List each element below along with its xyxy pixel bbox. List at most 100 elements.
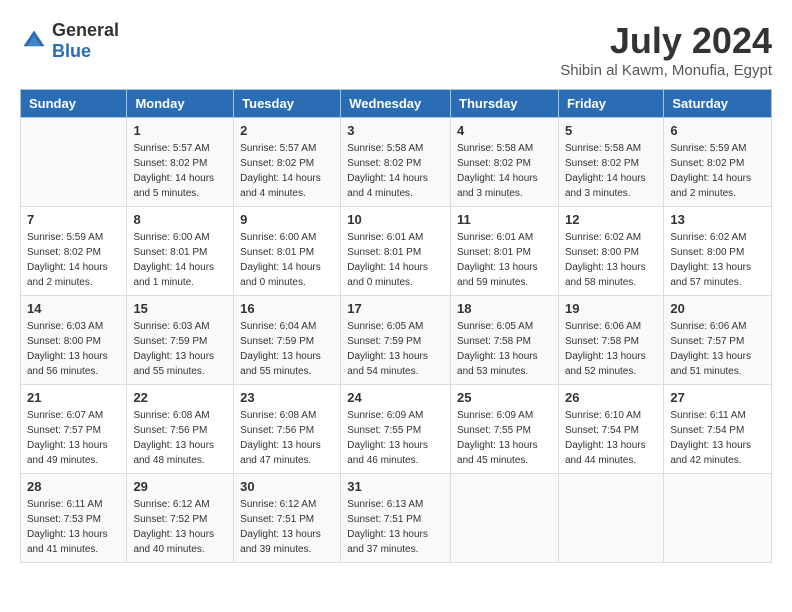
calendar-cell: 22 Sunrise: 6:08 AM Sunset: 7:56 PM Dayli… (127, 385, 234, 474)
weekday-header: Monday (127, 90, 234, 118)
calendar-cell: 16 Sunrise: 6:04 AM Sunset: 7:59 PM Dayli… (234, 296, 341, 385)
calendar-cell: 20Sunrise: 6:06 AM Sunset: 7:57 PM Dayli… (664, 296, 772, 385)
day-number: 23 (240, 390, 334, 405)
calendar-cell: 6Sunrise: 5:59 AM Sunset: 8:02 PM Daylig… (664, 118, 772, 207)
weekday-header: Sunday (21, 90, 127, 118)
day-info: Sunrise: 6:01 AM Sunset: 8:01 PM Dayligh… (347, 230, 444, 290)
calendar-cell: 7 Sunrise: 5:59 AM Sunset: 8:02 PM Daylig… (21, 207, 127, 296)
day-info: Sunrise: 5:58 AM Sunset: 8:02 PM Dayligh… (565, 141, 657, 201)
day-info: Sunrise: 6:08 AM Sunset: 7:56 PM Dayligh… (240, 408, 334, 468)
page-header: General Blue July 2024 Shibin al Kawm, M… (20, 20, 772, 79)
day-info: Sunrise: 5:57 AM Sunset: 8:02 PM Dayligh… (133, 141, 227, 201)
day-number: 9 (240, 212, 334, 227)
calendar-cell: 23 Sunrise: 6:08 AM Sunset: 7:56 PM Dayli… (234, 385, 341, 474)
calendar-cell: 8Sunrise: 6:00 AM Sunset: 8:01 PM Daylig… (127, 207, 234, 296)
day-number: 1 (133, 123, 227, 138)
calendar-table: SundayMondayTuesdayWednesdayThursdayFrid… (20, 89, 772, 563)
day-info: Sunrise: 6:02 AM Sunset: 8:00 PM Dayligh… (670, 230, 765, 290)
location-title: Shibin al Kawm, Monufia, Egypt (560, 62, 772, 79)
calendar-cell: 30 Sunrise: 6:12 AM Sunset: 7:51 PM Dayli… (234, 474, 341, 563)
calendar-cell: 28Sunrise: 6:11 AM Sunset: 7:53 PM Dayli… (21, 474, 127, 563)
calendar-cell: 15Sunrise: 6:03 AM Sunset: 7:59 PM Dayli… (127, 296, 234, 385)
day-info: Sunrise: 6:12 AM Sunset: 7:51 PM Dayligh… (240, 497, 334, 557)
calendar-week-row: 14 Sunrise: 6:03 AM Sunset: 8:00 PM Dayli… (21, 296, 772, 385)
calendar-cell: 4 Sunrise: 5:58 AM Sunset: 8:02 PM Daylig… (451, 118, 559, 207)
day-info: Sunrise: 6:06 AM Sunset: 7:57 PM Dayligh… (670, 319, 765, 379)
day-number: 17 (347, 301, 444, 316)
day-info: Sunrise: 6:11 AM Sunset: 7:53 PM Dayligh… (27, 497, 120, 557)
day-number: 24 (347, 390, 444, 405)
month-title: July 2024 (560, 20, 772, 62)
day-info: Sunrise: 6:02 AM Sunset: 8:00 PM Dayligh… (565, 230, 657, 290)
calendar-cell: 5 Sunrise: 5:58 AM Sunset: 8:02 PM Daylig… (558, 118, 663, 207)
calendar-cell (664, 474, 772, 563)
day-info: Sunrise: 6:08 AM Sunset: 7:56 PM Dayligh… (133, 408, 227, 468)
day-number: 12 (565, 212, 657, 227)
day-number: 26 (565, 390, 657, 405)
weekday-header: Saturday (664, 90, 772, 118)
calendar-cell: 19Sunrise: 6:06 AM Sunset: 7:58 PM Dayli… (558, 296, 663, 385)
day-info: Sunrise: 6:05 AM Sunset: 7:58 PM Dayligh… (457, 319, 552, 379)
day-number: 3 (347, 123, 444, 138)
day-number: 14 (27, 301, 120, 316)
calendar-week-row: 28Sunrise: 6:11 AM Sunset: 7:53 PM Dayli… (21, 474, 772, 563)
day-info: Sunrise: 6:01 AM Sunset: 8:01 PM Dayligh… (457, 230, 552, 290)
day-info: Sunrise: 5:58 AM Sunset: 8:02 PM Dayligh… (457, 141, 552, 201)
calendar-cell: 12 Sunrise: 6:02 AM Sunset: 8:00 PM Dayli… (558, 207, 663, 296)
calendar-cell: 29Sunrise: 6:12 AM Sunset: 7:52 PM Dayli… (127, 474, 234, 563)
day-number: 31 (347, 479, 444, 494)
calendar-cell: 24 Sunrise: 6:09 AM Sunset: 7:55 PM Dayli… (341, 385, 451, 474)
day-info: Sunrise: 5:58 AM Sunset: 8:02 PM Dayligh… (347, 141, 444, 201)
calendar-cell: 1 Sunrise: 5:57 AM Sunset: 8:02 PM Daylig… (127, 118, 234, 207)
calendar-week-row: 21Sunrise: 6:07 AM Sunset: 7:57 PM Dayli… (21, 385, 772, 474)
logo: General Blue (20, 20, 119, 62)
day-number: 11 (457, 212, 552, 227)
calendar-cell (451, 474, 559, 563)
weekday-header: Wednesday (341, 90, 451, 118)
calendar-cell: 27 Sunrise: 6:11 AM Sunset: 7:54 PM Dayli… (664, 385, 772, 474)
day-number: 22 (133, 390, 227, 405)
day-number: 2 (240, 123, 334, 138)
day-info: Sunrise: 6:10 AM Sunset: 7:54 PM Dayligh… (565, 408, 657, 468)
day-number: 18 (457, 301, 552, 316)
day-info: Sunrise: 6:09 AM Sunset: 7:55 PM Dayligh… (347, 408, 444, 468)
calendar-cell: 11 Sunrise: 6:01 AM Sunset: 8:01 PM Dayli… (451, 207, 559, 296)
calendar-cell: 21Sunrise: 6:07 AM Sunset: 7:57 PM Dayli… (21, 385, 127, 474)
calendar-cell: 26 Sunrise: 6:10 AM Sunset: 7:54 PM Dayli… (558, 385, 663, 474)
weekday-header: Thursday (451, 90, 559, 118)
day-number: 27 (670, 390, 765, 405)
calendar-header-row: SundayMondayTuesdayWednesdayThursdayFrid… (21, 90, 772, 118)
day-number: 25 (457, 390, 552, 405)
logo-blue: Blue (52, 41, 91, 61)
calendar-cell: 10Sunrise: 6:01 AM Sunset: 8:01 PM Dayli… (341, 207, 451, 296)
calendar-cell: 9 Sunrise: 6:00 AM Sunset: 8:01 PM Daylig… (234, 207, 341, 296)
day-info: Sunrise: 6:04 AM Sunset: 7:59 PM Dayligh… (240, 319, 334, 379)
day-number: 30 (240, 479, 334, 494)
calendar-week-row: 1 Sunrise: 5:57 AM Sunset: 8:02 PM Daylig… (21, 118, 772, 207)
day-info: Sunrise: 6:09 AM Sunset: 7:55 PM Dayligh… (457, 408, 552, 468)
day-number: 19 (565, 301, 657, 316)
day-info: Sunrise: 6:13 AM Sunset: 7:51 PM Dayligh… (347, 497, 444, 557)
day-number: 4 (457, 123, 552, 138)
day-info: Sunrise: 6:11 AM Sunset: 7:54 PM Dayligh… (670, 408, 765, 468)
day-number: 21 (27, 390, 120, 405)
day-number: 8 (133, 212, 227, 227)
day-number: 6 (670, 123, 765, 138)
calendar-cell: 17Sunrise: 6:05 AM Sunset: 7:59 PM Dayli… (341, 296, 451, 385)
day-info: Sunrise: 6:03 AM Sunset: 8:00 PM Dayligh… (27, 319, 120, 379)
logo-icon (20, 27, 48, 55)
calendar-cell: 3 Sunrise: 5:58 AM Sunset: 8:02 PM Daylig… (341, 118, 451, 207)
day-number: 5 (565, 123, 657, 138)
logo-general: General (52, 20, 119, 40)
day-info: Sunrise: 6:12 AM Sunset: 7:52 PM Dayligh… (133, 497, 227, 557)
day-info: Sunrise: 5:59 AM Sunset: 8:02 PM Dayligh… (27, 230, 120, 290)
day-info: Sunrise: 6:00 AM Sunset: 8:01 PM Dayligh… (240, 230, 334, 290)
day-number: 16 (240, 301, 334, 316)
day-number: 15 (133, 301, 227, 316)
calendar-cell: 13Sunrise: 6:02 AM Sunset: 8:00 PM Dayli… (664, 207, 772, 296)
day-info: Sunrise: 5:57 AM Sunset: 8:02 PM Dayligh… (240, 141, 334, 201)
calendar-cell: 2 Sunrise: 5:57 AM Sunset: 8:02 PM Daylig… (234, 118, 341, 207)
day-number: 7 (27, 212, 120, 227)
calendar-week-row: 7 Sunrise: 5:59 AM Sunset: 8:02 PM Daylig… (21, 207, 772, 296)
calendar-cell (21, 118, 127, 207)
